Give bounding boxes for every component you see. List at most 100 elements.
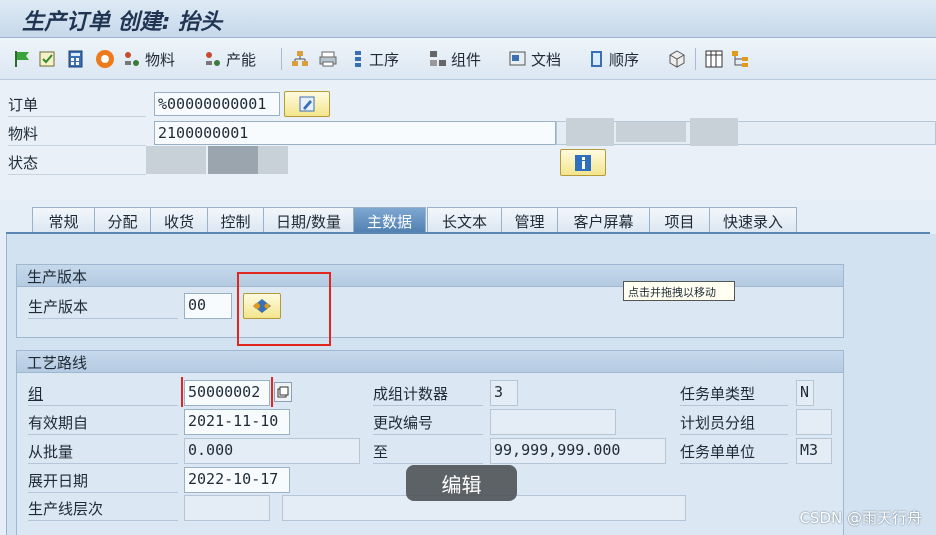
label-underline bbox=[373, 463, 483, 464]
change-number-label: 更改编号 bbox=[373, 414, 434, 432]
material-label: 物料 bbox=[8, 125, 39, 143]
label-underline bbox=[373, 405, 483, 406]
valid-from-field[interactable]: 2021-11-10 bbox=[184, 409, 290, 435]
tab-long-text[interactable]: 长文本 bbox=[427, 207, 502, 233]
pencil-icon bbox=[299, 96, 315, 112]
redacted-text bbox=[616, 122, 686, 142]
order-label: 订单 bbox=[8, 96, 39, 114]
toolbar-components-label: 组件 bbox=[451, 50, 482, 69]
window-title: 生产订单 创建: 抬头 bbox=[22, 10, 223, 35]
explosion-date-field[interactable]: 2022-10-17 bbox=[184, 467, 290, 493]
toolbar-material-label: 物料 bbox=[145, 50, 176, 69]
from-lot-size-field: 0.000 bbox=[184, 438, 360, 464]
production-version-label: 生产版本 bbox=[28, 298, 89, 316]
title-bar: 生产订单 创建: 抬头 bbox=[0, 0, 936, 38]
toolbar-capacity-button[interactable]: 产能 bbox=[203, 48, 256, 70]
production-version-field[interactable]: 00 bbox=[184, 293, 232, 319]
line-hierarchy-field bbox=[184, 495, 270, 521]
watermark: CSDN @雨天行舟 bbox=[799, 509, 922, 527]
edit-overlay-button[interactable]: 编辑 bbox=[406, 465, 517, 501]
flag-icon[interactable] bbox=[12, 48, 32, 70]
highlight-box bbox=[237, 272, 331, 346]
redacted-text bbox=[258, 146, 288, 174]
structure-tree-icon[interactable] bbox=[730, 48, 752, 70]
change-number-field bbox=[490, 409, 616, 435]
toolbar-documents-label: 文档 bbox=[531, 50, 562, 69]
planner-group-field bbox=[796, 409, 832, 435]
group-counter-label: 成组计数器 bbox=[373, 385, 449, 403]
label-underline bbox=[28, 463, 178, 464]
task-list-unit-field: M3 bbox=[796, 438, 832, 464]
help-lifebuoy-icon[interactable] bbox=[94, 48, 116, 70]
toolbar-capacity-label: 产能 bbox=[226, 50, 257, 69]
value-help-icon bbox=[277, 386, 289, 398]
calculator-icon[interactable] bbox=[66, 48, 86, 70]
search-help-button[interactable] bbox=[274, 382, 292, 402]
routing-group-title: 工艺路线 bbox=[17, 351, 843, 373]
tab-master-data[interactable]: 主数据 bbox=[353, 207, 426, 233]
check-icon[interactable] bbox=[38, 48, 58, 70]
toolbar-components-button[interactable]: 组件 bbox=[428, 48, 481, 70]
to-lot-size-label: 至 bbox=[373, 443, 389, 461]
drag-tooltip: 点击并拖拽以移动 bbox=[623, 281, 735, 301]
label-underline bbox=[373, 434, 483, 435]
label-underline bbox=[28, 405, 178, 406]
group-counter-field: 3 bbox=[490, 380, 518, 406]
label-underline bbox=[8, 174, 146, 175]
label-underline bbox=[680, 405, 788, 406]
status-info-button[interactable] bbox=[560, 149, 606, 176]
toolbar-separator bbox=[695, 48, 696, 70]
label-underline bbox=[8, 116, 146, 117]
label-underline bbox=[28, 318, 178, 319]
tab-administration[interactable]: 管理 bbox=[501, 207, 558, 233]
redacted-text bbox=[208, 146, 258, 174]
cube-icon[interactable] bbox=[667, 48, 687, 70]
application-toolbar: 物料 产能 工序 组件 文档 顺序 bbox=[0, 38, 936, 80]
routing-group-label: 组 bbox=[28, 385, 44, 403]
tab-customer-screen[interactable]: 客户屏幕 bbox=[557, 207, 650, 233]
info-icon bbox=[575, 154, 591, 171]
redacted-text bbox=[566, 118, 614, 146]
toolbar-operations-button[interactable]: 工序 bbox=[350, 48, 399, 70]
tab-goods-receipt[interactable]: 收货 bbox=[150, 207, 208, 233]
label-underline bbox=[680, 463, 788, 464]
production-version-group: 生产版本 bbox=[16, 264, 844, 338]
to-lot-size-field: 99,999,999.000 bbox=[490, 438, 666, 464]
from-lot-size-label: 从批量 bbox=[28, 443, 74, 461]
toolbar-operations-label: 工序 bbox=[369, 50, 400, 69]
toolbar-separator bbox=[281, 48, 282, 70]
task-list-type-label: 任务单类型 bbox=[680, 385, 756, 403]
label-underline bbox=[680, 434, 788, 435]
label-underline bbox=[28, 492, 178, 493]
label-underline bbox=[8, 145, 146, 146]
order-header: 订单 %00000000001 物料 2100000001 状态 bbox=[0, 80, 936, 200]
redacted-text bbox=[690, 118, 738, 146]
material-number-field[interactable]: 2100000001 bbox=[154, 121, 556, 145]
line-hierarchy-label: 生产线层次 bbox=[28, 500, 104, 518]
order-number-field[interactable]: %00000000001 bbox=[154, 92, 280, 116]
tab-strip: 常规 分配 收货 控制 日期/数量 主数据 长文本 管理 客户屏幕 项目 快速录… bbox=[18, 207, 808, 233]
task-list-unit-label: 任务单单位 bbox=[680, 443, 756, 461]
status-label: 状态 bbox=[8, 154, 39, 172]
valid-from-label: 有效期自 bbox=[28, 414, 89, 432]
toolbar-documents-button[interactable]: 文档 bbox=[508, 48, 561, 70]
toolbar-material-button[interactable]: 物料 bbox=[122, 48, 175, 70]
hierarchy-icon[interactable] bbox=[290, 48, 310, 70]
planner-group-label: 计划员分组 bbox=[680, 414, 756, 432]
tab-assignment[interactable]: 分配 bbox=[94, 207, 151, 233]
print-icon[interactable] bbox=[318, 48, 338, 70]
label-underline bbox=[28, 520, 178, 521]
explosion-date-label: 展开日期 bbox=[28, 472, 89, 490]
tab-fast-entry[interactable]: 快速录入 bbox=[709, 207, 797, 233]
redacted-text bbox=[146, 146, 206, 174]
field-focus-marker bbox=[181, 377, 273, 407]
edit-order-button[interactable] bbox=[284, 91, 330, 117]
tab-dates-quantities[interactable]: 日期/数量 bbox=[263, 207, 354, 233]
tab-control[interactable]: 控制 bbox=[207, 207, 264, 233]
label-underline bbox=[28, 434, 178, 435]
tab-general[interactable]: 常规 bbox=[32, 207, 95, 233]
tab-project[interactable]: 项目 bbox=[649, 207, 710, 233]
toolbar-sequences-label: 顺序 bbox=[609, 50, 640, 69]
toolbar-sequences-button[interactable]: 顺序 bbox=[588, 48, 639, 70]
table-layout-icon[interactable] bbox=[704, 48, 724, 70]
